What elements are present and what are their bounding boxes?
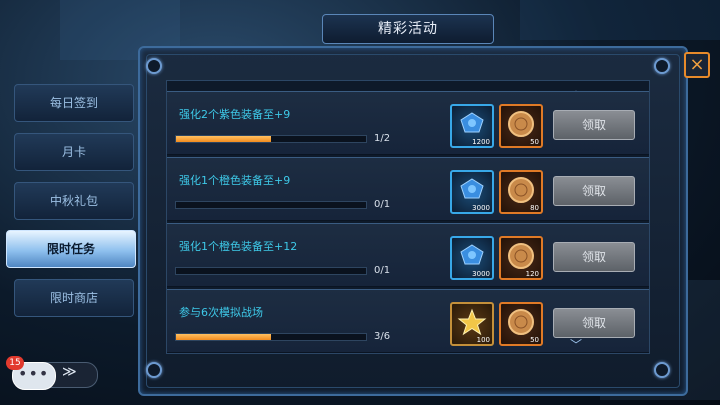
tab-limited-shop[interactable]: 限时商店 [14,279,134,317]
reward-slot[interactable]: 80 [499,170,543,214]
mooncake-icon [508,177,534,203]
tab-monthly-card[interactable]: 月卡 [14,133,134,171]
task-progress-count: 1/2 [374,133,391,144]
task-progress-count: 0/1 [374,265,391,276]
frame-corner-rivet [654,58,670,74]
reward-quantity: 1200 [472,138,490,146]
claim-button[interactable]: 领取 [553,110,635,140]
claim-button[interactable]: 领取 [553,308,635,338]
reward-slot[interactable]: 3000 [450,236,494,280]
reward-quantity: 3000 [472,270,490,278]
expand-chat-icon[interactable]: ≫ [62,364,77,380]
task-progress-bar [175,135,367,143]
reward-quantity: 50 [530,336,539,344]
blue-crystal-icon [460,244,484,265]
reward-quantity: 120 [525,270,539,278]
task-progress-fill [176,136,271,142]
tab-midautumn-pack[interactable]: 中秋礼包 [14,182,134,220]
chat-unread-badge: 15 [6,356,24,370]
reward-quantity: 80 [530,204,539,212]
blue-crystal-icon [460,178,484,199]
task-progress-fill [176,334,271,340]
blue-crystal-icon [460,112,484,133]
task-row: 强化2个紫色装备至+9 1/2 1200 50 领取 [167,91,649,155]
task-progress-bar [175,267,367,275]
reward-quantity: 3000 [472,204,490,212]
page-title: 精彩活动 [322,14,494,44]
task-row: 强化1个橙色装备至+12 0/1 3000 120 领取 [167,223,649,287]
reward-slot[interactable]: 100 [450,302,494,346]
reward-quantity: 50 [530,138,539,146]
mooncake-icon [508,309,534,335]
frame-corner-rivet [146,362,162,378]
mooncake-icon [508,111,534,137]
scroll-down-icon[interactable]: ﹀ [570,339,582,351]
reward-quantity: 100 [476,336,490,344]
task-title: 强化1个橙色装备至+9 [179,174,291,187]
reward-slot[interactable]: 3000 [450,170,494,214]
reward-slot[interactable]: 120 [499,236,543,280]
frame-corner-rivet [146,58,162,74]
task-progress-count: 0/1 [374,199,391,210]
tab-limited-tasks[interactable]: 限时任务 [6,230,136,268]
reward-slot[interactable]: 50 [499,104,543,148]
reward-slot[interactable]: 1200 [450,104,494,148]
tab-daily-signin[interactable]: 每日签到 [14,84,134,122]
task-progress-count: 3/6 [374,331,391,342]
task-progress-bar [175,333,367,341]
task-progress-bar [175,201,367,209]
task-title: 强化2个紫色装备至+9 [179,108,291,121]
reward-slot[interactable]: 50 [499,302,543,346]
close-icon: × [689,54,705,75]
close-button[interactable]: × [684,52,710,78]
claim-button[interactable]: 领取 [553,176,635,206]
task-list[interactable]: ︿ 强化2个紫色装备至+9 1/2 1200 50 领取 强化1个橙色装备至+9… [166,80,650,354]
claim-button[interactable]: 领取 [553,242,635,272]
task-title: 参与6次模拟战场 [179,306,263,319]
gold-star-icon [457,308,487,336]
task-title: 强化1个橙色装备至+12 [179,240,298,253]
frame-corner-rivet [654,362,670,378]
task-row: 强化1个橙色装备至+9 0/1 3000 80 领取 [167,157,649,221]
mooncake-icon [508,243,534,269]
